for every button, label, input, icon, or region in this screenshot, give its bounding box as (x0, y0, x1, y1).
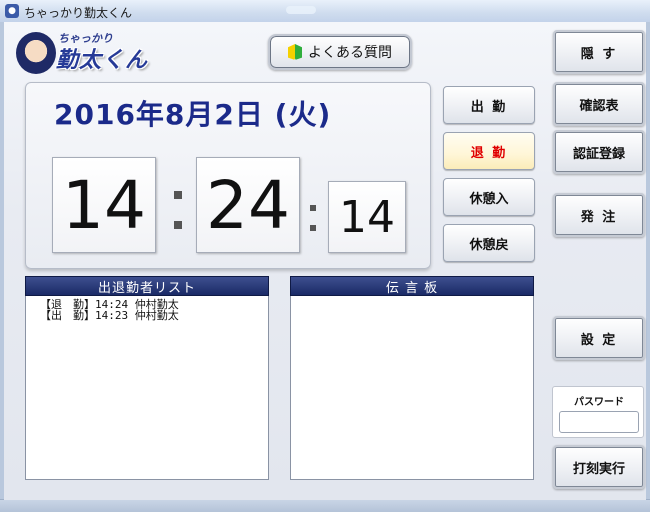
beginner-mark-icon (288, 44, 302, 60)
clock-in-button[interactable]: 出 勤 (443, 86, 535, 124)
clock-minutes: 24 (196, 157, 300, 253)
password-panel: パスワード (552, 386, 644, 438)
clock-out-button[interactable]: 退 勤 (443, 132, 535, 170)
app-logo: ちゃっかり 勤太くん (14, 28, 154, 74)
window-frame-right (646, 22, 650, 512)
order-button[interactable]: 発 注 (553, 193, 645, 237)
faq-button-label: よくある質問 (308, 45, 392, 61)
mascot-icon (16, 32, 56, 74)
clock-seconds: 14 (328, 181, 406, 253)
break-start-button[interactable]: 休憩入 (443, 178, 535, 216)
attendance-entries: 【退 勤】14:24 仲村勤太 【出 勤】14:23 仲村勤太 (40, 299, 179, 321)
faq-button[interactable]: よくある質問 (268, 34, 412, 70)
clock-hours: 14 (52, 157, 156, 253)
window-titlebar: ● ちゃっかり勤太くん (0, 0, 650, 23)
attendance-list-header: 出退勤者リスト (25, 276, 269, 296)
window-frame-bottom (0, 499, 650, 512)
confirm-table-button[interactable]: 確認表 (553, 82, 645, 126)
clock-colon-1 (174, 191, 182, 251)
hide-button[interactable]: 隠 す (553, 30, 645, 74)
break-end-button[interactable]: 休憩戻 (443, 224, 535, 262)
message-board-header: 伝 言 板 (290, 276, 534, 296)
clock-panel: 2016年8月2日 (火) 14 24 14 (25, 82, 431, 269)
settings-button[interactable]: 設 定 (553, 316, 645, 360)
titlebar-highlight (286, 6, 316, 14)
auth-register-button[interactable]: 認証登録 (553, 130, 645, 174)
date-display: 2016年8月2日 (火) (54, 98, 332, 131)
attendance-list[interactable]: 出退勤者リスト 【退 勤】14:24 仲村勤太 【出 勤】14:23 仲村勤太 (25, 276, 269, 480)
stamp-execute-button[interactable]: 打刻実行 (553, 445, 645, 489)
window-title: ちゃっかり勤太くん (24, 6, 133, 20)
message-board[interactable]: 伝 言 板 (290, 276, 534, 480)
logo-big-text: 勤太くん (56, 48, 149, 73)
clock-colon-2 (310, 205, 318, 245)
list-item[interactable]: 【出 勤】14:23 仲村勤太 (40, 310, 179, 321)
password-label: パスワード (574, 397, 624, 408)
password-input[interactable] (559, 411, 639, 433)
app-icon: ● (5, 4, 19, 18)
